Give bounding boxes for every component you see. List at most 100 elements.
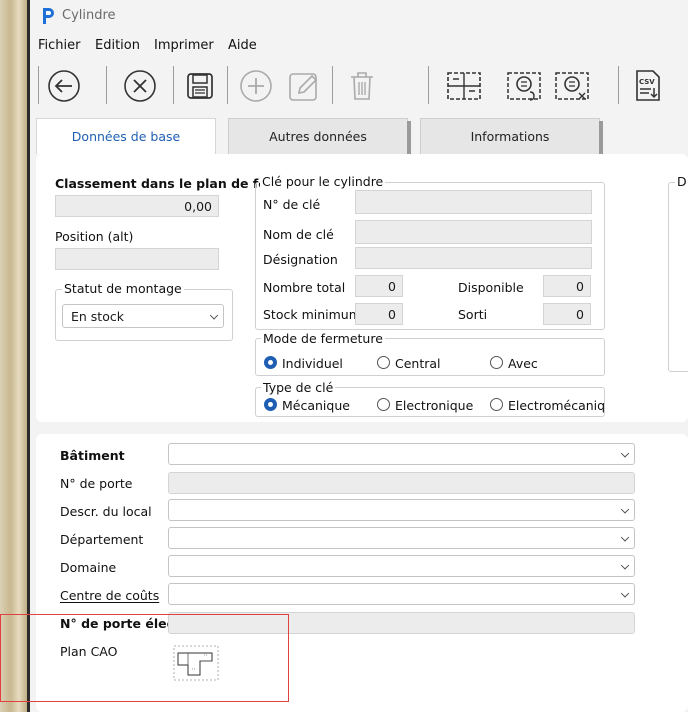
departement-select[interactable] bbox=[168, 527, 635, 549]
nombre-total-field[interactable]: 0 bbox=[355, 275, 403, 297]
menu-aide[interactable]: Aide bbox=[228, 38, 257, 53]
cle-legend: Clé pour le cylindre bbox=[260, 174, 386, 189]
radio-avec[interactable] bbox=[490, 356, 503, 369]
chevron-down-icon bbox=[620, 533, 630, 542]
menu-edition[interactable]: Edition bbox=[95, 38, 140, 53]
descr-local-label: Descr. du local bbox=[60, 504, 152, 519]
back-button[interactable] bbox=[44, 66, 84, 106]
no-porte-field[interactable] bbox=[168, 472, 635, 494]
toolbar-separator bbox=[38, 66, 39, 104]
app-logo-icon bbox=[43, 8, 54, 24]
radio-electronique-label: Electronique bbox=[395, 398, 474, 413]
desktop-background bbox=[0, 0, 27, 712]
classement-field[interactable]: 0,00 bbox=[55, 195, 219, 217]
nom-cle-field[interactable] bbox=[355, 220, 592, 244]
csv-export-button[interactable]: CSV bbox=[628, 66, 668, 106]
tab-donnees-de-base[interactable]: Données de base bbox=[36, 118, 216, 154]
radio-electronique[interactable] bbox=[377, 398, 390, 411]
mode-fermeture-legend: Mode de fermeture bbox=[261, 331, 385, 346]
back-arrow-icon bbox=[48, 70, 80, 102]
tab-label: Données de base bbox=[71, 129, 181, 144]
right-group bbox=[668, 182, 688, 372]
delete-icon bbox=[351, 72, 373, 100]
disponible-field[interactable]: 0 bbox=[543, 275, 591, 297]
chevron-down-icon bbox=[620, 449, 630, 458]
tab-label: Autres données bbox=[269, 129, 367, 144]
chevron-down-icon bbox=[620, 505, 630, 514]
position-label: Position (alt) bbox=[55, 229, 134, 244]
toolbar: CSV bbox=[30, 58, 688, 114]
toolbar-separator bbox=[618, 66, 619, 104]
classement-label: Classement dans le plan de ferm bbox=[55, 176, 286, 191]
toolbar-separator bbox=[227, 66, 228, 104]
save-button[interactable] bbox=[180, 66, 220, 106]
toolbar-separator bbox=[106, 66, 107, 104]
highlight-box bbox=[0, 614, 289, 702]
menu-fichier[interactable]: Fichier bbox=[38, 38, 81, 53]
menu-imprimer[interactable]: Imprimer bbox=[154, 38, 214, 53]
type-cle-legend: Type de clé bbox=[261, 380, 336, 395]
save-icon bbox=[187, 73, 213, 99]
disponible-label: Disponible bbox=[458, 280, 524, 295]
chevron-down-icon bbox=[620, 561, 630, 570]
centre-couts-label: Centre de coûts bbox=[60, 588, 160, 603]
domaine-select[interactable] bbox=[168, 555, 635, 577]
stock-min-field[interactable]: 0 bbox=[355, 303, 403, 325]
stock-min-label: Stock minimum bbox=[263, 307, 361, 322]
edit-icon bbox=[289, 73, 318, 101]
nombre-total-label: Nombre total bbox=[263, 280, 346, 295]
tab-shadow bbox=[407, 121, 411, 155]
window-title: Cylindre bbox=[62, 8, 116, 23]
designation-field[interactable] bbox=[355, 247, 592, 269]
key-unlink-button[interactable] bbox=[552, 66, 592, 106]
menu-bar: Fichier Edition Imprimer Aide bbox=[30, 34, 688, 56]
radio-mecanique[interactable] bbox=[264, 398, 277, 411]
no-porte-label: N° de porte bbox=[60, 476, 133, 491]
radio-individuel-label: Individuel bbox=[282, 356, 343, 371]
edit-button[interactable] bbox=[284, 66, 324, 106]
csv-label: CSV bbox=[639, 78, 655, 86]
radio-mecanique-label: Mécanique bbox=[282, 398, 350, 413]
delete-button[interactable] bbox=[342, 66, 382, 106]
statut-value: En stock bbox=[71, 308, 124, 324]
tab-autres-donnees[interactable]: Autres données bbox=[228, 118, 411, 155]
position-field[interactable] bbox=[55, 248, 219, 270]
toolbar-separator bbox=[428, 66, 429, 104]
layout-icon bbox=[447, 72, 481, 100]
key-link-icon bbox=[507, 72, 541, 101]
statut-legend: Statut de montage bbox=[62, 281, 184, 296]
title-bar bbox=[30, 0, 688, 32]
csv-export-icon: CSV bbox=[636, 70, 660, 101]
descr-local-select[interactable] bbox=[168, 499, 635, 521]
domaine-label: Domaine bbox=[60, 560, 117, 575]
no-cle-field[interactable] bbox=[355, 190, 592, 214]
centre-couts-select[interactable] bbox=[168, 583, 635, 605]
statut-select[interactable]: En stock bbox=[62, 304, 224, 328]
key-link-button[interactable] bbox=[504, 66, 544, 106]
right-group-legend: D bbox=[675, 174, 688, 189]
batiment-select[interactable] bbox=[168, 443, 635, 465]
tab-informations[interactable]: Informations bbox=[420, 118, 603, 155]
key-unlink-icon bbox=[555, 72, 589, 100]
radio-individuel[interactable] bbox=[264, 356, 277, 369]
no-cle-label: N° de clé bbox=[263, 197, 321, 212]
tab-shadow bbox=[599, 121, 603, 155]
toolbar-separator bbox=[173, 66, 174, 104]
cancel-button[interactable] bbox=[120, 66, 160, 106]
toolbar-separator bbox=[332, 66, 333, 104]
departement-label: Département bbox=[60, 532, 144, 547]
radio-central-label: Central bbox=[395, 356, 441, 371]
chevron-down-icon bbox=[209, 311, 219, 320]
layout-button[interactable] bbox=[444, 66, 484, 106]
chevron-down-icon bbox=[620, 589, 630, 598]
sorti-field[interactable]: 0 bbox=[543, 303, 591, 325]
add-button[interactable] bbox=[236, 66, 276, 106]
radio-electromecanique[interactable] bbox=[490, 398, 503, 411]
radio-avec-label: Avec bbox=[508, 356, 538, 371]
sorti-label: Sorti bbox=[458, 307, 488, 322]
radio-electromecanique-label: Electromécaniqu bbox=[508, 398, 604, 413]
cancel-icon bbox=[124, 70, 156, 102]
add-icon bbox=[240, 70, 272, 102]
radio-central[interactable] bbox=[377, 356, 390, 369]
tab-label: Informations bbox=[470, 129, 550, 144]
